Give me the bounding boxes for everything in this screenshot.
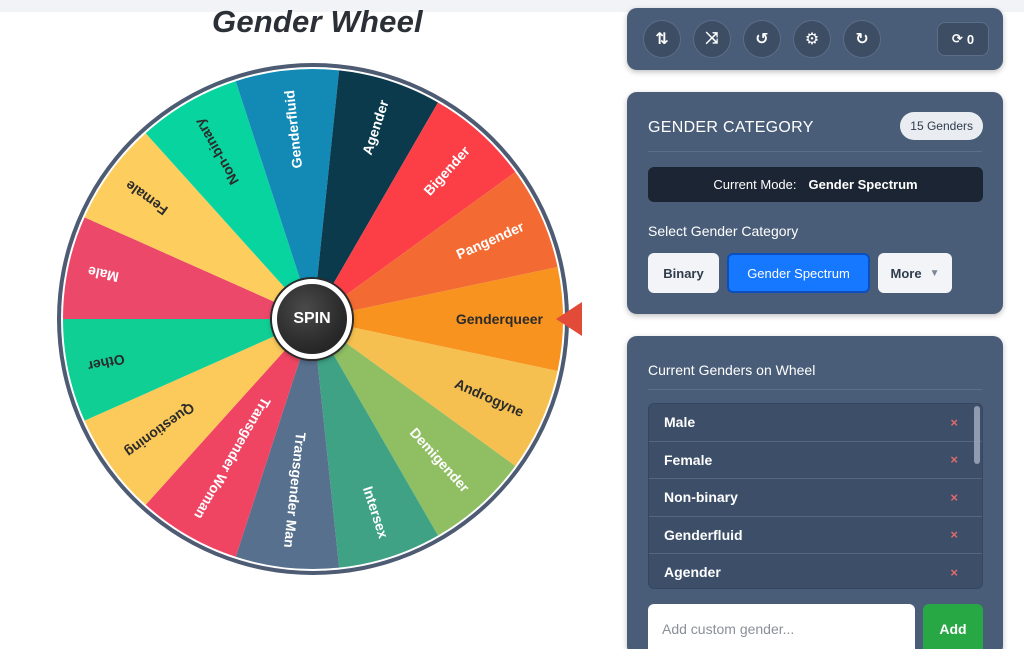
gender-name: Non-binary [664,489,738,506]
shuffle-button[interactable]: ⤨ [693,20,731,58]
spin-counter[interactable]: ⟳ 0 [937,22,989,56]
remove-icon[interactable]: × [950,527,958,542]
category-header: GENDER CATEGORY [648,119,814,136]
remove-icon[interactable]: × [950,490,958,505]
spin-button[interactable]: SPIN [272,279,352,359]
binary-button[interactable]: Binary [648,253,719,293]
list-scrollbar[interactable] [974,406,980,464]
gender-count-badge: 15 Genders [900,112,983,140]
divider [648,151,982,152]
settings-button[interactable]: ⚙ [793,20,831,58]
sort-button[interactable]: ⇅ [643,20,681,58]
toolbar-panel: ⇅ ⤨ ↺ ⚙ ↻ ⟳ 0 [627,8,1003,70]
category-panel: GENDER CATEGORY 15 Genders Current Mode:… [627,92,1003,314]
wheel-pointer [556,302,582,336]
list-item: Genderfluid × [649,516,982,554]
shuffle-icon: ⤨ [705,30,719,47]
history-icon: ↺ [755,31,769,48]
refresh-icon: ⟳ [951,31,963,46]
page-title: Gender Wheel [212,4,423,39]
gear-icon: ⚙ [804,31,820,48]
redo-icon: ↻ [855,31,869,48]
sort-icon: ⇅ [655,31,669,48]
gender-name: Genderfluid [664,526,743,543]
select-category-label: Select Gender Category [648,223,799,239]
add-button[interactable]: Add [923,604,983,649]
remove-icon[interactable]: × [950,565,958,580]
remove-icon[interactable]: × [950,415,958,430]
gender-name: Female [664,451,713,468]
more-label: More [890,265,922,281]
current-genders-header: Current Genders on Wheel [648,362,816,378]
divider [648,389,982,390]
gender-list[interactable]: Male × Female × Non-binary × Genderfluid… [648,403,983,589]
mode-value: Gender Spectrum [808,177,918,192]
more-dropdown[interactable]: More ▼ [878,253,952,293]
list-item: Male × [649,404,982,442]
gender-name: Agender [664,564,721,581]
caret-down-icon: ▼ [929,267,940,279]
list-item: Female × [649,441,982,479]
reset-button[interactable]: ↻ [843,20,881,58]
mode-label: Current Mode: [713,177,797,192]
current-genders-panel: Current Genders on Wheel Male × Female ×… [627,336,1003,649]
gender-spectrum-button[interactable]: Gender Spectrum [727,253,870,293]
list-item: Agender × [649,554,982,588]
wheel-segment-label: Genderqueer [456,311,544,327]
history-button[interactable]: ↺ [743,20,781,58]
spin-count: 0 [966,31,975,47]
custom-gender-input[interactable] [648,604,915,649]
remove-icon[interactable]: × [950,452,958,467]
gender-name: Male [664,414,696,431]
list-item: Non-binary × [649,479,982,517]
current-mode-box: Current Mode: Gender Spectrum [648,167,983,202]
